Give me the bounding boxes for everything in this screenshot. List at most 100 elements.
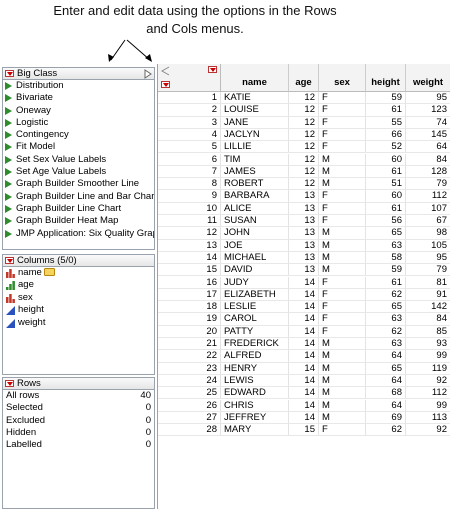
cell-weight[interactable]: 64 <box>406 141 450 154</box>
row-number[interactable]: 6 <box>158 153 221 166</box>
cell-age[interactable]: 14 <box>289 338 319 351</box>
cell-sex[interactable]: M <box>319 153 366 166</box>
cell-height[interactable]: 62 <box>366 424 406 437</box>
run-script-icon[interactable] <box>5 118 12 127</box>
cell-name[interactable]: ROBERT <box>221 178 289 191</box>
red-triangle-menu-icon[interactable] <box>5 257 14 264</box>
cell-height[interactable]: 58 <box>366 251 406 265</box>
rows-state-all-rows[interactable]: All rows 40 <box>3 390 154 402</box>
run-script-icon[interactable] <box>5 106 12 115</box>
cell-height[interactable]: 65 <box>366 362 406 375</box>
cell-weight[interactable]: 79 <box>406 178 450 191</box>
cell-weight[interactable]: 145 <box>406 129 450 142</box>
cell-height[interactable]: 59 <box>366 264 406 277</box>
cell-height[interactable]: 65 <box>366 227 406 240</box>
cell-weight[interactable]: 84 <box>406 154 450 166</box>
cell-height[interactable]: 69 <box>366 411 406 425</box>
cell-name[interactable]: JUDY <box>221 276 289 289</box>
collapse-arrow-icon[interactable] <box>144 69 152 79</box>
cell-sex[interactable]: M <box>319 350 366 363</box>
cell-age[interactable]: 12 <box>289 178 319 191</box>
cell-weight[interactable]: 92 <box>406 424 450 437</box>
cell-weight[interactable]: 84 <box>406 313 450 326</box>
cell-age[interactable]: 13 <box>289 202 319 215</box>
table-script-item[interactable]: Bivariate <box>3 92 154 104</box>
cell-weight[interactable]: 93 <box>406 338 450 351</box>
cell-name[interactable]: LEWIS <box>221 374 289 388</box>
row-number[interactable]: 25 <box>158 387 221 400</box>
cell-height[interactable]: 61 <box>366 104 406 117</box>
row-number[interactable]: 14 <box>158 251 221 265</box>
column-item-height[interactable]: height <box>3 304 154 316</box>
table-script-item[interactable]: Oneway <box>3 105 154 117</box>
cell-name[interactable]: MICHAEL <box>221 251 289 265</box>
cell-sex[interactable]: M <box>319 165 366 179</box>
cell-sex[interactable]: F <box>319 313 366 326</box>
table-script-item[interactable]: Graph Builder Heat Map <box>3 215 154 227</box>
cell-weight[interactable]: 99 <box>406 400 450 412</box>
cell-age[interactable]: 14 <box>289 313 319 326</box>
row-number[interactable]: 8 <box>158 178 221 191</box>
cell-height[interactable]: 51 <box>366 178 406 191</box>
cell-name[interactable]: ELIZABETH <box>221 288 289 302</box>
cell-weight[interactable]: 92 <box>406 375 450 388</box>
row-number[interactable]: 15 <box>158 264 221 277</box>
cell-sex[interactable]: F <box>319 92 366 105</box>
table-script-item[interactable]: Set Sex Value Labels <box>3 154 154 166</box>
columns-panel-header[interactable]: Columns (5/0) <box>2 254 155 267</box>
cell-sex[interactable]: M <box>319 251 366 265</box>
cell-age[interactable]: 14 <box>289 301 319 314</box>
row-number[interactable]: 17 <box>158 288 221 302</box>
table-script-item[interactable]: Graph Builder Line Chart <box>3 203 154 215</box>
table-script-item[interactable]: Distribution <box>3 80 154 92</box>
cell-sex[interactable]: M <box>319 264 366 277</box>
rows-state-labelled[interactable]: Labelled 0 <box>3 439 154 451</box>
row-number[interactable]: 20 <box>158 325 221 338</box>
cell-weight[interactable]: 107 <box>406 203 450 215</box>
cell-name[interactable]: JEFFREY <box>221 411 289 425</box>
row-number[interactable]: 13 <box>158 239 221 252</box>
cell-sex[interactable]: M <box>319 239 366 252</box>
run-script-icon[interactable] <box>5 155 12 164</box>
cell-weight[interactable]: 128 <box>406 166 450 179</box>
cell-age[interactable]: 15 <box>289 424 319 437</box>
cell-weight[interactable]: 113 <box>406 412 450 425</box>
cell-height[interactable]: 64 <box>366 374 406 388</box>
cell-name[interactable]: FREDERICK <box>221 338 289 351</box>
run-script-icon[interactable] <box>5 143 12 152</box>
run-script-icon[interactable] <box>5 217 12 226</box>
cell-name[interactable]: MARY <box>221 424 289 437</box>
cell-height[interactable]: 59 <box>366 92 406 105</box>
cell-sex[interactable]: M <box>319 399 366 412</box>
column-header-name[interactable]: name <box>221 64 289 92</box>
run-script-icon[interactable] <box>5 131 12 140</box>
row-number[interactable]: 21 <box>158 338 221 351</box>
run-script-icon[interactable] <box>5 229 12 238</box>
cell-weight[interactable]: 81 <box>406 277 450 289</box>
cell-sex[interactable]: F <box>319 202 366 215</box>
cell-age[interactable]: 12 <box>289 92 319 105</box>
cell-height[interactable]: 63 <box>366 239 406 252</box>
grid-corner[interactable] <box>158 64 221 92</box>
cell-name[interactable]: KATIE <box>221 92 289 105</box>
cell-sex[interactable]: F <box>319 325 366 338</box>
column-header-weight[interactable]: weight <box>406 64 450 92</box>
table-panel-header[interactable]: Big Class <box>2 67 155 80</box>
cell-height[interactable]: 61 <box>366 165 406 179</box>
rows-state-selected[interactable]: Selected 0 <box>3 402 154 414</box>
cell-sex[interactable]: F <box>319 128 366 142</box>
cols-red-triangle-icon[interactable] <box>208 66 217 73</box>
row-number[interactable]: 18 <box>158 301 221 314</box>
cell-weight[interactable]: 85 <box>406 326 450 338</box>
cell-sex[interactable]: F <box>319 215 366 228</box>
run-script-icon[interactable] <box>5 82 12 90</box>
column-item-age[interactable]: age <box>3 279 154 291</box>
cell-height[interactable]: 64 <box>366 399 406 412</box>
row-number[interactable]: 3 <box>158 116 221 129</box>
run-script-icon[interactable] <box>5 180 12 189</box>
cell-height[interactable]: 63 <box>366 338 406 351</box>
cell-name[interactable]: ALFRED <box>221 350 289 363</box>
row-number[interactable]: 9 <box>158 190 221 203</box>
cell-name[interactable]: JOE <box>221 239 289 252</box>
row-number[interactable]: 26 <box>158 399 221 412</box>
